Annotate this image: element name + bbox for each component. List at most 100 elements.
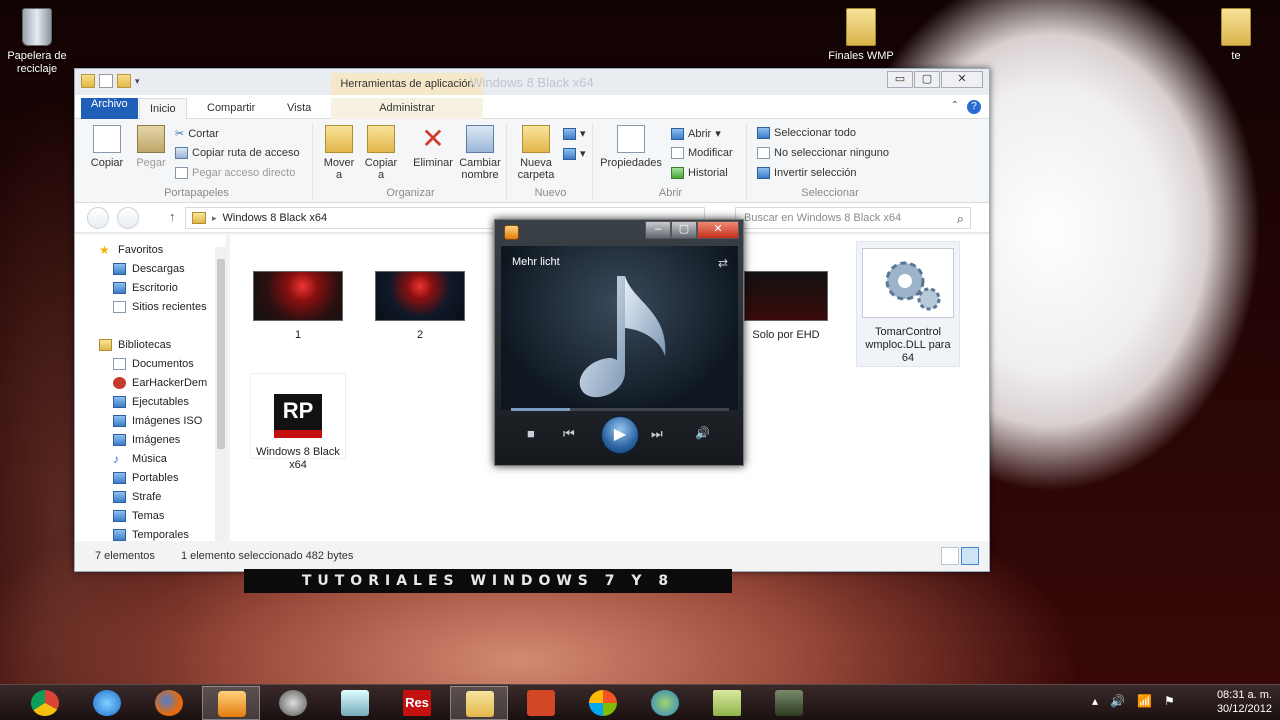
previous-button[interactable]: ⏮ bbox=[563, 426, 575, 442]
taskbar-chrome[interactable] bbox=[16, 686, 74, 720]
recycle-bin-icon bbox=[22, 8, 52, 46]
rename-icon bbox=[466, 125, 494, 153]
volume-icon[interactable]: 🔊 bbox=[1110, 694, 1125, 708]
nav-bibliotecas[interactable]: Bibliotecas bbox=[99, 336, 171, 354]
desktop-icon bbox=[113, 282, 126, 294]
file-item-tomarcontrol[interactable]: TomarControl wmploc.DLL para 64 bbox=[856, 241, 960, 367]
delete-button[interactable]: ✕ Eliminar bbox=[411, 125, 455, 170]
tab-inicio[interactable]: Inicio bbox=[139, 98, 187, 119]
nav-item-descargas[interactable]: Descargas bbox=[113, 260, 185, 278]
show-hidden-icons-icon[interactable]: ▴ bbox=[1092, 694, 1098, 708]
tab-administrar[interactable]: Administrar bbox=[331, 98, 483, 119]
new-item-button[interactable]: ▾ bbox=[563, 127, 586, 140]
move-to-button[interactable]: Mover a bbox=[319, 125, 359, 181]
tab-archivo[interactable]: Archivo bbox=[81, 98, 138, 119]
nav-item-temas[interactable]: Temas bbox=[113, 507, 164, 525]
taskbar-windows[interactable] bbox=[574, 686, 632, 720]
title-bar[interactable]: ▾ Herramientas de aplicación Windows 8 B… bbox=[75, 69, 989, 95]
taskbar-powerpoint[interactable] bbox=[512, 686, 570, 720]
clock[interactable]: 08:31 a. m. 30/12/2012 bbox=[1217, 688, 1272, 716]
copy-button[interactable]: Copiar bbox=[85, 125, 129, 169]
paste-button[interactable]: Pegar bbox=[131, 125, 171, 169]
history-icon bbox=[671, 167, 684, 179]
rename-button[interactable]: Cambiar nombre bbox=[457, 125, 503, 181]
next-button[interactable]: ⏭ bbox=[651, 426, 663, 442]
cut-button[interactable]: ✂ Cortar bbox=[175, 127, 219, 141]
chevron-right-icon: ▸ bbox=[212, 212, 217, 223]
collapse-ribbon-icon[interactable]: ⌃ bbox=[951, 100, 959, 111]
taskbar-firefox[interactable] bbox=[140, 686, 198, 720]
taskbar-res[interactable]: Res bbox=[388, 686, 446, 720]
window-title: Windows 8 Black x64 bbox=[470, 75, 594, 90]
libraries-icon bbox=[99, 339, 112, 351]
nav-item-strafe[interactable]: Strafe bbox=[113, 488, 161, 506]
easy-access-button[interactable]: ▾ bbox=[563, 147, 586, 160]
invert-selection-button[interactable]: Invertir selección bbox=[757, 167, 857, 179]
select-all-button[interactable]: Seleccionar todo bbox=[757, 127, 856, 139]
group-label: Portapapeles bbox=[164, 187, 229, 199]
taskbar-sticky[interactable] bbox=[698, 686, 756, 720]
nav-item-imagenes-iso[interactable]: Imágenes ISO bbox=[113, 412, 202, 430]
up-arrow-icon[interactable]: ↑ bbox=[169, 209, 176, 224]
select-none-button[interactable]: No seleccionar ninguno bbox=[757, 147, 889, 159]
large-icons-view-button[interactable] bbox=[961, 547, 979, 565]
tab-vista[interactable]: Vista bbox=[277, 98, 321, 119]
nav-favoritos[interactable]: ★ Favoritos bbox=[99, 241, 163, 259]
close-button[interactable]: ✕ bbox=[941, 71, 983, 88]
copy-icon bbox=[93, 125, 121, 153]
desktop-icon-recycle-bin[interactable]: Papelera de reciclaje bbox=[0, 8, 77, 76]
nav-item-imagenes[interactable]: Imágenes bbox=[113, 431, 180, 449]
desktop-icon-te[interactable]: te bbox=[1196, 8, 1276, 63]
taskbar-app[interactable] bbox=[264, 686, 322, 720]
file-name: 1 bbox=[294, 329, 302, 341]
copy-path-button[interactable]: Copiar ruta de acceso bbox=[175, 147, 300, 159]
stop-button[interactable]: ■ bbox=[527, 426, 535, 441]
file-item-2[interactable]: 2 bbox=[374, 271, 466, 342]
back-button[interactable] bbox=[87, 207, 109, 229]
network-icon[interactable]: 📶 bbox=[1137, 694, 1152, 708]
properties-button[interactable]: Propiedades bbox=[597, 125, 665, 169]
tab-compartir[interactable]: Compartir bbox=[197, 98, 265, 119]
copy-to-button[interactable]: Copiar a bbox=[361, 125, 401, 181]
file-item-solo-por-ehd[interactable]: Solo por EHD bbox=[742, 271, 830, 342]
history-button[interactable]: Historial bbox=[671, 167, 728, 179]
desktop-icon-finales-wmp[interactable]: Finales WMP bbox=[821, 8, 901, 63]
play-button[interactable]: ▶ bbox=[601, 416, 639, 454]
details-view-button[interactable] bbox=[941, 547, 959, 565]
nav-item-documentos[interactable]: Documentos bbox=[113, 355, 194, 373]
file-item-1[interactable]: 1 bbox=[252, 271, 344, 342]
taskbar-messenger[interactable] bbox=[636, 686, 694, 720]
edit-button[interactable]: Modificar bbox=[671, 147, 733, 159]
taskbar-tools[interactable] bbox=[760, 686, 818, 720]
minimize-button[interactable]: ▭ bbox=[887, 71, 913, 88]
taskbar-notes[interactable] bbox=[326, 686, 384, 720]
maximize-button[interactable]: ▢ bbox=[914, 71, 940, 88]
group-organizar: Mover a Copiar a ✕ Eliminar Cambiar nomb… bbox=[315, 123, 507, 201]
nav-item-portables[interactable]: Portables bbox=[113, 469, 178, 487]
action-center-flag-icon[interactable]: ⚑ bbox=[1164, 694, 1175, 708]
paste-shortcut-button[interactable]: Pegar acceso directo bbox=[175, 167, 295, 179]
taskbar-media-player[interactable] bbox=[202, 686, 260, 720]
seek-bar[interactable] bbox=[511, 408, 729, 411]
taskbar-ie[interactable] bbox=[78, 686, 136, 720]
new-folder-button[interactable]: Nueva carpeta bbox=[513, 125, 559, 181]
taskbar-explorer[interactable] bbox=[450, 686, 508, 720]
nav-item-sitios-recientes[interactable]: Sitios recientes bbox=[113, 298, 207, 316]
nav-item-escritorio[interactable]: Escritorio bbox=[113, 279, 178, 297]
player-close-button[interactable]: ✕ bbox=[697, 221, 739, 239]
nav-item-earhackerdem[interactable]: EarHackerDem bbox=[113, 374, 207, 392]
switch-to-library-icon[interactable]: ⇄ bbox=[718, 256, 728, 270]
player-maximize-button[interactable]: ▢ bbox=[671, 221, 697, 239]
desktop-icon-label: te bbox=[1231, 50, 1241, 62]
file-item-windows-8-black[interactable]: RP Windows 8 Black x64 bbox=[250, 373, 346, 471]
player-title-bar[interactable]: – ▢ ✕ bbox=[495, 220, 743, 244]
search-input[interactable]: Buscar en Windows 8 Black x64 ⌕ bbox=[735, 207, 971, 229]
help-icon[interactable]: ? bbox=[967, 100, 981, 114]
nav-scrollbar-thumb[interactable] bbox=[217, 259, 225, 449]
nav-item-ejecutables[interactable]: Ejecutables bbox=[113, 393, 189, 411]
volume-button[interactable]: 🔊 bbox=[695, 426, 710, 440]
forward-button[interactable] bbox=[117, 207, 139, 229]
player-minimize-button[interactable]: – bbox=[645, 221, 671, 239]
open-button[interactable]: Abrir ▾ bbox=[671, 127, 721, 140]
nav-item-musica[interactable]: ♪ Música bbox=[113, 450, 167, 468]
